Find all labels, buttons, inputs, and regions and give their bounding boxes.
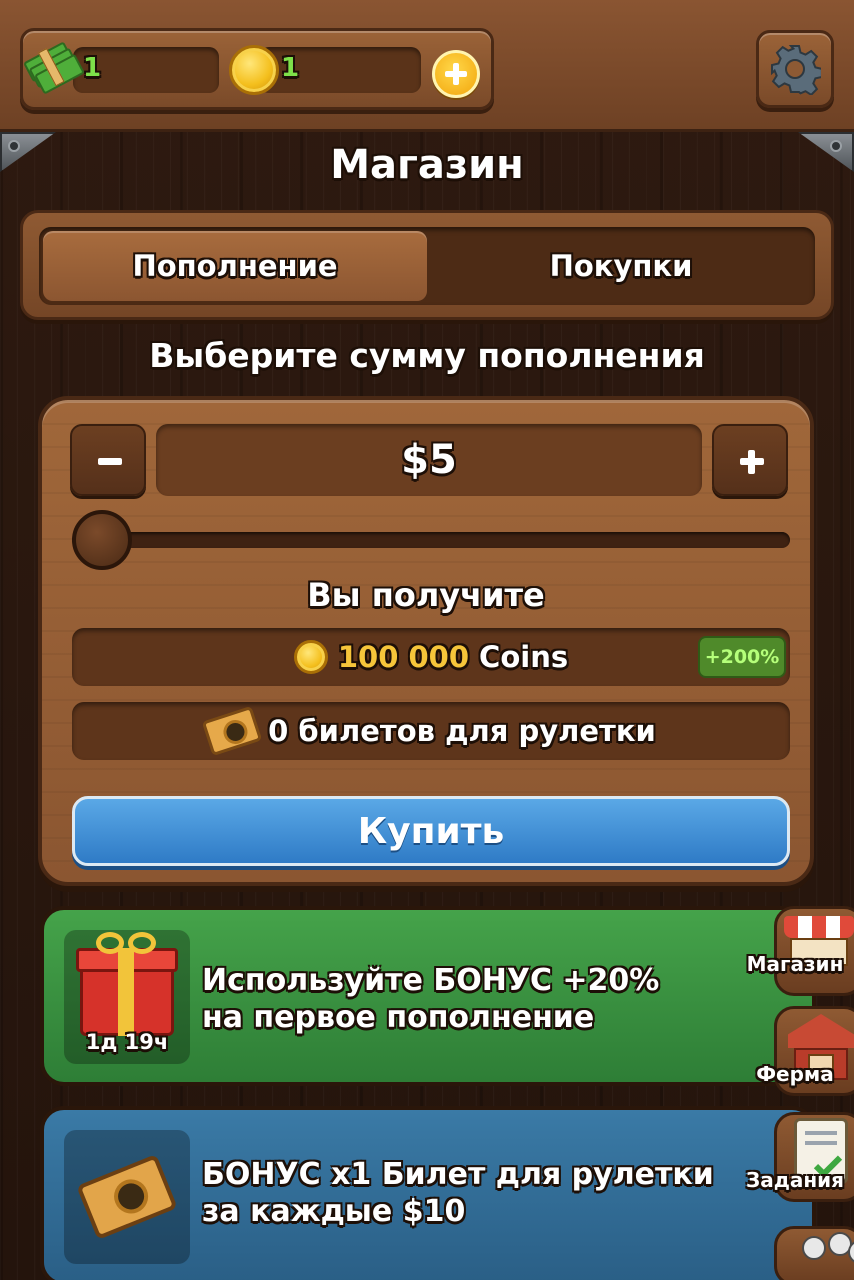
receive-label: Вы получите <box>307 576 545 614</box>
bonus-timer: 1д 19ч <box>85 1030 169 1054</box>
side-nav-shop[interactable]: Магазин <box>744 906 854 1006</box>
bonus-text: БОНУС x1 Билет для рулетки за каждые $10 <box>202 1156 762 1230</box>
side-nav-label: Магазин <box>746 952 844 976</box>
side-nav-tasks[interactable]: Задания <box>744 1112 854 1212</box>
bonus-text: Используйте БОНУС +20% на первое пополне… <box>202 962 762 1036</box>
ticket-icon <box>76 1154 178 1240</box>
coins-reward-amount: 100 000 <box>337 640 470 674</box>
tabs-frame: Пополнение Покупки <box>20 210 834 320</box>
bonus-icon-box: 1д 19ч <box>64 930 190 1064</box>
decrease-amount-button[interactable] <box>70 424 146 496</box>
coins-slot: 1 <box>259 47 421 93</box>
coin-icon <box>293 640 328 674</box>
ticket-icon <box>201 705 263 757</box>
side-nav-label: Ферма <box>756 1062 834 1086</box>
coin-icon <box>229 45 279 95</box>
tabs-track: Пополнение Покупки <box>39 227 815 305</box>
bonus-text-line2: за каждые $10 <box>202 1194 466 1229</box>
amount-slider-knob[interactable] <box>72 510 132 570</box>
buy-button[interactable]: Купить <box>72 796 790 866</box>
add-coins-button[interactable] <box>432 50 480 98</box>
bonus-text-line1: БОНУС x1 Билет для рулетки <box>202 1157 714 1192</box>
cash-value: 1 <box>83 53 102 83</box>
coins-value: 1 <box>281 53 300 83</box>
bonus-percent-badge: +200% <box>698 636 786 678</box>
tickets-reward-text: 0 билетов для рулетки <box>268 714 656 748</box>
bonus-icon-box <box>64 1130 190 1264</box>
gear-icon <box>771 45 821 95</box>
bonus-text-line2: на первое пополнение <box>202 1000 595 1035</box>
side-nav-label: Задания <box>745 1168 845 1192</box>
choose-amount-title: Выберите сумму пополнения <box>149 336 705 375</box>
amount-slider-track[interactable] <box>72 532 790 548</box>
cash-slot: 1 <box>73 47 219 93</box>
side-nav-friends[interactable] <box>744 1226 854 1280</box>
tickets-reward-row: 0 билетов для рулетки <box>72 702 790 760</box>
side-nav-farm[interactable]: Ферма <box>744 1006 854 1106</box>
coins-reward-unit: Coins <box>479 640 569 674</box>
settings-button[interactable] <box>756 30 834 108</box>
ticket-bonus-card[interactable]: БОНУС x1 Билет для рулетки за каждые $10 <box>40 1106 816 1280</box>
resource-panel: 1 1 <box>20 28 494 110</box>
minus-icon <box>98 458 122 465</box>
tab-purchases[interactable]: Покупки <box>429 231 813 301</box>
topup-board: $5 Вы получите 100 000 Coins +200% 0 бил… <box>38 396 814 886</box>
page-title: Магазин <box>330 142 524 188</box>
amount-display: $5 <box>156 424 702 496</box>
increase-amount-button[interactable] <box>712 424 788 496</box>
bonus-text-line1: Используйте БОНУС +20% <box>202 963 660 998</box>
tab-topup[interactable]: Пополнение <box>43 231 427 301</box>
coins-reward-row: 100 000 Coins +200% <box>72 628 790 686</box>
first-topup-bonus-card[interactable]: 1д 19ч Используйте БОНУС +20% на первое … <box>40 906 816 1086</box>
